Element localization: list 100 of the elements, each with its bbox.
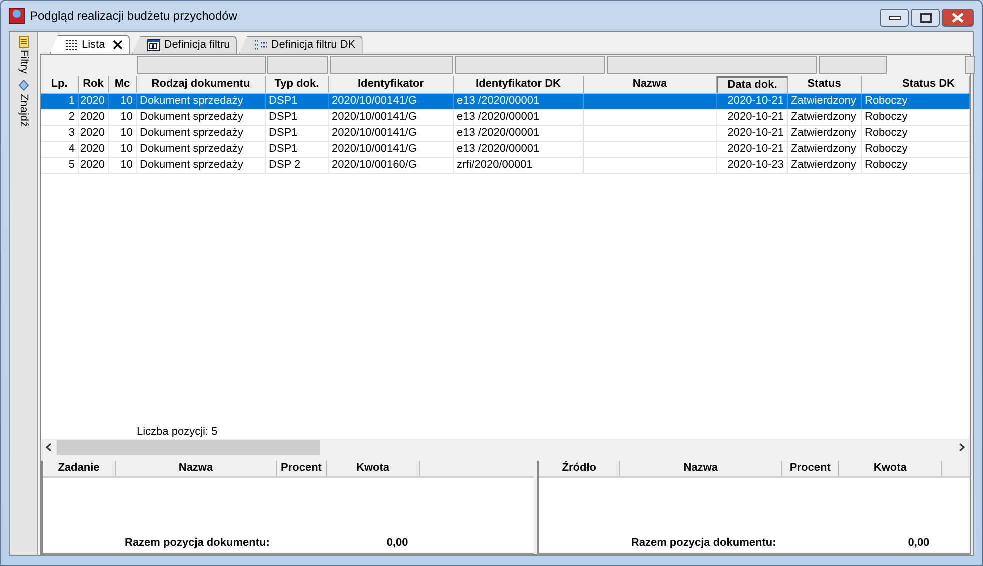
side-tab[interactable]: Filtry [15,36,32,74]
table-cell: 2020/10/00141/G [332,142,418,157]
table-cell: DSP1 [269,94,298,109]
notepad-icon [18,36,28,48]
minimize-button[interactable] [880,9,909,27]
maximize-icon [920,13,932,23]
column-header[interactable]: Mc [109,76,137,93]
column-header[interactable]: Źródło [539,461,620,476]
total-label: Razem pozycja dokumentu: [631,536,776,552]
tab[interactable]: Lista [50,35,130,54]
table-row[interactable]: 3 2020 10 Dokument sprzedaży DSP1 2020/10/00141/G e13 /2020/00001 2020-10-21 Zatwierdzony Roboczy [41,126,970,142]
table-cell: 2020/10/00160/G [332,158,418,173]
table-cell: e13 /2020/00001 [457,94,540,109]
total-label: Razem pozycja dokumentu: [125,536,270,552]
side-tab[interactable]: Znajdź [15,80,32,127]
table-cell: 3 [68,126,75,141]
total-value: 0,00 [386,536,408,552]
filter-field[interactable] [455,56,605,74]
table-cell: 5 [68,158,75,173]
table-cell: 10 [120,126,133,141]
close-button[interactable] [942,9,974,27]
column-header[interactable]: Procent [782,461,840,476]
window-title: Podgląd realizacji budżetu przychodów [30,8,238,25]
maximize-button[interactable] [911,9,940,27]
column-header[interactable]: Procent [277,461,327,476]
diamond-icon [18,80,28,92]
table-cell: 2020-10-21 [728,94,784,109]
table-cell: Roboczy [865,158,908,173]
filter-field[interactable] [330,56,453,74]
column-header[interactable]: Identyfikator [329,76,454,93]
table-row[interactable]: 4 2020 10 Dokument sprzedaży DSP1 2020/10/00141/G e13 /2020/00001 2020-10-21 Zatwierdzony Roboczy [41,142,970,158]
horizontal-scrollbar[interactable] [41,439,970,456]
column-header[interactable]: Identyfikator DK [454,76,584,93]
filter-field[interactable] [607,56,817,74]
filter-field[interactable] [137,56,266,74]
table-cell: 4 [68,142,75,157]
table-row[interactable]: 2 2020 10 Dokument sprzedaży DSP1 2020/10/00141/G e13 /2020/00001 2020-10-21 Zatwierdzony Roboczy [41,110,970,126]
table-cell: DSP1 [269,126,298,141]
table-cell: 2020/10/00141/G [332,94,418,109]
table-cell: 10 [120,94,133,109]
table-cell: 2020 [80,142,105,157]
table-cell: e13 /2020/00001 [457,110,540,125]
table-row[interactable]: 1 2020 10 Dokument sprzedaży DSP1 2020/10/00141/G e13 /2020/00001 2020-10-21 Zatwierdzony Roboczy [41,94,970,110]
column-header[interactable]: Typ dok. [266,76,329,93]
scrollbar-thumb[interactable] [57,440,320,455]
table-cell: 10 [120,142,133,157]
column-header[interactable]: Lp. [41,76,79,93]
column-header[interactable]: Kwota [327,461,420,476]
app-icon [9,8,25,24]
tree-icon [254,39,268,52]
window-icon [147,39,162,52]
table-cell: e13 /2020/00001 [457,126,540,141]
list-icon [65,38,79,52]
column-header[interactable]: Nazwa [116,461,277,476]
column-header[interactable]: Data dok. [717,76,788,93]
tab[interactable]: Definicja filtru DK [239,36,363,54]
column-header[interactable]: Status DK [862,76,970,93]
table-cell: Dokument sprzedaży [140,126,244,141]
table-cell: Zatwierdzony [791,94,856,109]
table-cell: Dokument sprzedaży [140,142,244,157]
tab[interactable]: Definicja filtru [132,36,238,54]
table-cell: DSP1 [269,142,298,157]
table-cell: 2020 [80,94,105,109]
table-cell: Roboczy [865,126,908,141]
table-cell: Roboczy [865,142,908,157]
table-cell: 1 [68,94,75,109]
filter-field[interactable] [819,56,887,74]
table-row[interactable]: 5 2020 10 Dokument sprzedaży DSP 2 2020/10/00160/G zrfi/2020/00001 2020-10-23 Zatwierdzony Roboczy [41,158,970,174]
filter-field[interactable] [965,56,975,74]
table-cell: 2 [68,110,75,125]
table-cell: Zatwierdzony [791,126,856,141]
column-header[interactable]: Kwota [839,461,942,476]
column-header[interactable]: Status [788,76,862,93]
table-cell: 10 [120,110,133,125]
table-cell: DSP1 [269,110,298,125]
minimize-icon [888,16,900,20]
table-cell: 2020 [80,126,105,141]
item-count: Liczba pozycji: 5 [136,425,218,439]
table-cell: DSP 2 [269,158,301,173]
total-value: 0,00 [908,536,930,552]
table-cell: 2020-10-23 [728,158,784,173]
table-cell: Dokument sprzedaży [140,158,244,173]
table-cell: 2020-10-21 [728,110,784,125]
table-cell: 2020/10/00141/G [332,110,418,125]
table-cell: 2020 [80,110,105,125]
column-header[interactable]: Zadanie [43,461,116,476]
close-icon [952,13,964,23]
filter-field[interactable] [267,56,328,74]
column-header[interactable]: Nazwa [620,461,782,476]
column-header[interactable]: Rodzaj dokumentu [137,76,266,93]
table-cell: Roboczy [865,110,908,125]
table-cell: Dokument sprzedaży [140,94,244,109]
table-cell: 2020-10-21 [728,126,784,141]
table-cell: 2020/10/00141/G [332,126,418,141]
column-header[interactable]: Rok [79,76,109,93]
table-cell: e13 /2020/00001 [457,142,540,157]
close-icon[interactable] [113,40,124,50]
table-cell: Zatwierdzony [791,142,856,157]
table-cell: 10 [120,158,133,173]
table-cell: Zatwierdzony [791,158,856,173]
